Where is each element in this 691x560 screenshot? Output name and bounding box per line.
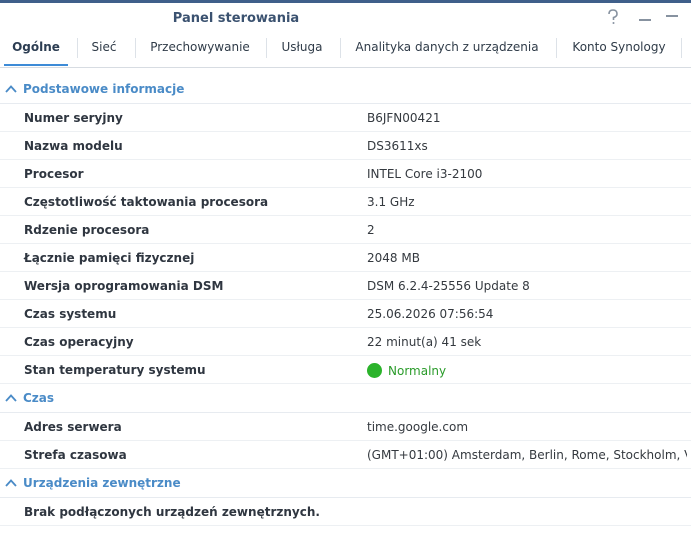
info-row-temperature: Stan temperatury systemu Normalny: [0, 356, 691, 384]
help-icon[interactable]: [607, 9, 619, 30]
window-title: Panel sterowania: [172, 11, 300, 26]
content-area: Podstawowe informacje Numer seryjny B6JF…: [0, 75, 691, 526]
info-row-ntp-server: Adres serwera time.google.com: [0, 413, 691, 441]
tab-network[interactable]: Sieć: [82, 34, 126, 66]
empty-message: Brak podłączonych urządzeń zewnętrznych.: [24, 505, 320, 519]
row-value: 3.1 GHz: [367, 195, 415, 209]
row-label: Numer seryjny: [24, 111, 123, 125]
status-ok-icon: [367, 363, 382, 378]
row-label: Częstotliwość taktowania procesora: [24, 195, 269, 209]
row-label: Stan temperatury systemu: [24, 363, 206, 377]
tab-divider: [340, 38, 341, 58]
info-row-memory: Łącznie pamięci fizycznej 2048 MB: [0, 244, 691, 272]
row-value: B6JFN00421: [367, 111, 441, 125]
tab-divider: [681, 38, 682, 58]
section-title: Czas: [23, 391, 55, 405]
row-value: 25.06.2026 07:56:54: [367, 307, 494, 321]
row-label: Wersja oprogramowania DSM: [24, 279, 224, 293]
maximize-icon[interactable]: [665, 13, 679, 31]
status-text: Normalny: [388, 364, 447, 378]
info-row-cpu: Procesor INTEL Core i3-2100: [0, 160, 691, 188]
row-value: (GMT+01:00) Amsterdam, Berlin, Rome, Sto…: [367, 448, 687, 462]
section-title: Urządzenia zewnętrzne: [23, 476, 181, 490]
tab-divider: [266, 38, 267, 58]
tab-general[interactable]: Ogólne: [4, 34, 68, 66]
info-row-timezone: Strefa czasowa (GMT+01:00) Amsterdam, Be…: [0, 441, 691, 469]
row-label: Strefa czasowa: [24, 448, 127, 462]
row-value: time.google.com: [367, 420, 469, 434]
tab-divider: [135, 38, 136, 58]
tab-service[interactable]: Usługa: [273, 34, 331, 66]
row-label: Adres serwera: [24, 420, 122, 434]
tab-device-analytics[interactable]: Analityka danych z urządzenia: [346, 34, 548, 66]
row-value: INTEL Core i3-2100: [367, 167, 483, 181]
row-label: Rdzenie procesora: [24, 223, 150, 237]
section-header-time[interactable]: Czas: [0, 384, 691, 413]
section-header-basic[interactable]: Podstawowe informacje: [0, 75, 691, 104]
info-row-model: Nazwa modelu DS3611xs: [0, 132, 691, 160]
chevron-up-icon: [5, 394, 17, 402]
row-label: Nazwa modelu: [24, 139, 123, 153]
row-value: 2: [367, 223, 375, 237]
external-devices-empty-row: Brak podłączonych urządzeń zewnętrznych.: [0, 498, 691, 526]
tab-synology-account[interactable]: Konto Synology: [562, 34, 676, 66]
row-value: DSM 6.2.4-25556 Update 8: [367, 279, 530, 293]
info-row-uptime: Czas operacyjny 22 minut(a) 41 sek: [0, 328, 691, 356]
info-row-system-time: Czas systemu 25.06.2026 07:56:54: [0, 300, 691, 328]
chevron-up-icon: [5, 479, 17, 487]
row-label: Procesor: [24, 167, 84, 181]
info-row-cpu-clock: Częstotliwość taktowania procesora 3.1 G…: [0, 188, 691, 216]
info-row-dsm-version: Wersja oprogramowania DSM DSM 6.2.4-2555…: [0, 272, 691, 300]
row-label: Czas systemu: [24, 307, 117, 321]
row-label: Czas operacyjny: [24, 335, 134, 349]
info-row-cpu-cores: Rdzenie procesora 2: [0, 216, 691, 244]
row-label: Łącznie pamięci fizycznej: [24, 251, 195, 265]
temperature-status: Normalny: [367, 363, 446, 378]
row-value: 22 minut(a) 41 sek: [367, 335, 482, 349]
section-header-external-devices[interactable]: Urządzenia zewnętrzne: [0, 469, 691, 498]
tab-bar: Ogólne Sieć Przechowywanie Usługa Analit…: [0, 34, 691, 68]
chevron-up-icon: [5, 85, 17, 93]
title-bar: Panel sterowania: [0, 3, 691, 34]
tab-storage[interactable]: Przechowywanie: [142, 34, 258, 66]
section-title: Podstawowe informacje: [23, 82, 185, 96]
tab-divider: [77, 38, 78, 58]
tab-divider: [556, 38, 557, 58]
minimize-icon[interactable]: [638, 13, 652, 31]
info-row-serial: Numer seryjny B6JFN00421: [0, 104, 691, 132]
row-value: 2048 MB: [367, 251, 420, 265]
row-value: DS3611xs: [367, 139, 428, 153]
